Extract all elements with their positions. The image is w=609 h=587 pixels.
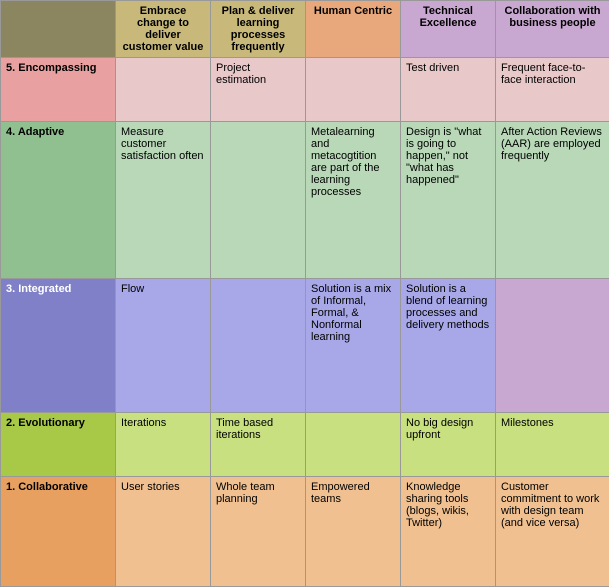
row4-label: 4. Adaptive — [1, 121, 116, 278]
header-col2: Plan & deliver learning processes freque… — [211, 1, 306, 58]
row5-col1 — [116, 58, 211, 122]
row3-col1: Flow — [116, 278, 211, 412]
row1-col4: Knowledge sharing tools (blogs, wikis, T… — [401, 476, 496, 586]
row1-col2: Whole team planning — [211, 476, 306, 586]
row-adaptive: 4. Adaptive Measure customer satisfactio… — [1, 121, 609, 278]
header-col0 — [1, 1, 116, 58]
row3-col3: Solution is a mix of Informal, Formal, &… — [306, 278, 401, 412]
row2-col2: Time based iterations — [211, 412, 306, 476]
row4-col3: Metalearning and metacogtition are part … — [306, 121, 401, 278]
row3-col4: Solution is a blend of learning processe… — [401, 278, 496, 412]
header-col4: Technical Excellence — [401, 1, 496, 58]
row3-label: 3. Integrated — [1, 278, 116, 412]
row4-col4: Design is "what is going to happen," not… — [401, 121, 496, 278]
row-evolutionary: 2. Evolutionary Iterations Time based it… — [1, 412, 609, 476]
row2-label: 2. Evolutionary — [1, 412, 116, 476]
row1-label: 1. Collaborative — [1, 476, 116, 586]
header-row: Embrace change to deliver customer value… — [1, 1, 609, 58]
header-col5: Collaboration with business people — [496, 1, 609, 58]
row1-col3: Empowered teams — [306, 476, 401, 586]
row3-col2 — [211, 278, 306, 412]
row4-col1: Measure customer satisfaction often — [116, 121, 211, 278]
row-collaborative: 1. Collaborative User stories Whole team… — [1, 476, 609, 586]
row-encompassing: 5. Encompassing Project estimation Test … — [1, 58, 609, 122]
row5-col2: Project estimation — [211, 58, 306, 122]
row1-col1: User stories — [116, 476, 211, 586]
row5-label: 5. Encompassing — [1, 58, 116, 122]
row3-col5 — [496, 278, 609, 412]
header-col1: Embrace change to deliver customer value — [116, 1, 211, 58]
row2-col4: No big design upfront — [401, 412, 496, 476]
row2-col1: Iterations — [116, 412, 211, 476]
row4-col2 — [211, 121, 306, 278]
row5-col5: Frequent face-to-face interaction — [496, 58, 609, 122]
row1-col5: Customer commitment to work with design … — [496, 476, 609, 586]
row5-col4: Test driven — [401, 58, 496, 122]
row2-col3 — [306, 412, 401, 476]
row2-col5: Milestones — [496, 412, 609, 476]
row-integrated: 3. Integrated Flow Solution is a mix of … — [1, 278, 609, 412]
header-col3: Human Centric — [306, 1, 401, 58]
row4-col5: After Action Reviews (AAR) are employed … — [496, 121, 609, 278]
row5-col3 — [306, 58, 401, 122]
